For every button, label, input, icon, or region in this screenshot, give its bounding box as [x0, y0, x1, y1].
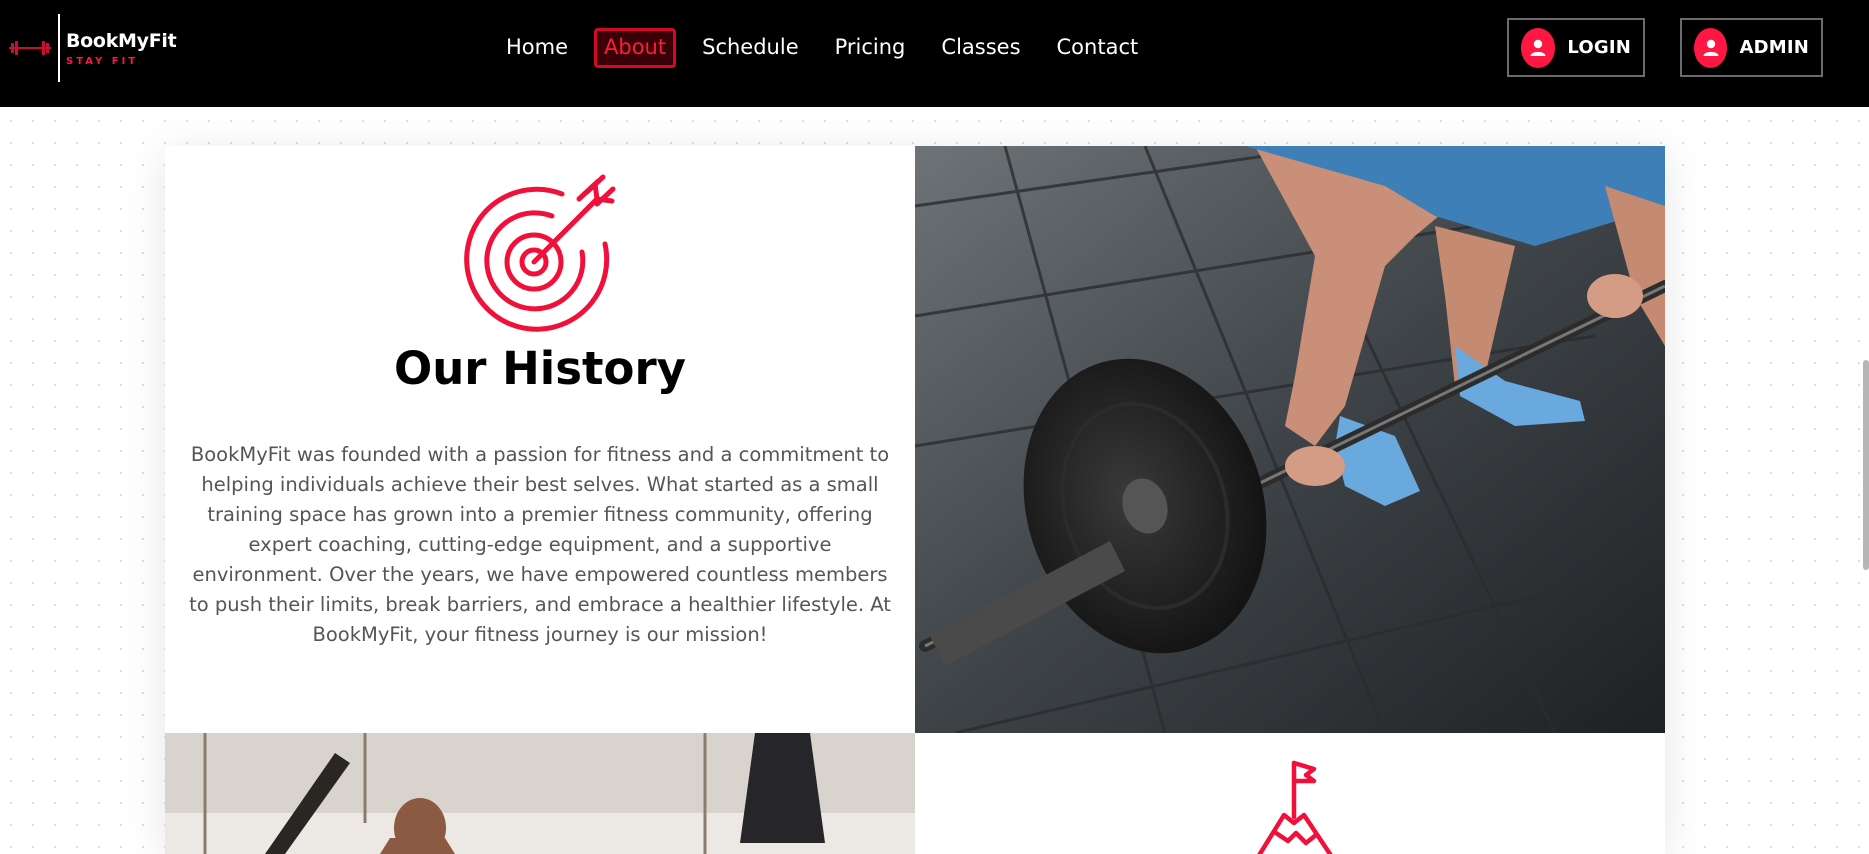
- login-button[interactable]: LOGIN: [1507, 18, 1645, 77]
- scrollbar-thumb[interactable]: [1863, 360, 1869, 570]
- history-title: Our History: [394, 342, 686, 395]
- login-label: LOGIN: [1567, 37, 1631, 58]
- nav-pricing[interactable]: Pricing: [825, 28, 916, 67]
- brand-logo[interactable]: BookMyFit STAY FIT: [8, 14, 177, 82]
- about-card: Our History BookMyFit was founded with a…: [165, 146, 1665, 854]
- main-nav: Home About Schedule Pricing Classes Cont…: [496, 28, 1164, 68]
- brand-tagline: STAY FIT: [66, 55, 139, 67]
- navbar: BookMyFit STAY FIT Home About Schedule P…: [0, 0, 1869, 107]
- mountain-flag-icon: [1257, 760, 1333, 854]
- nav-schedule[interactable]: Schedule: [692, 28, 809, 67]
- nav-contact[interactable]: Contact: [1047, 28, 1149, 67]
- brand-divider: [58, 14, 60, 82]
- admin-button[interactable]: ADMIN: [1680, 18, 1823, 77]
- barbell-photo: [915, 146, 1665, 733]
- user-icon: [1694, 27, 1728, 68]
- history-text: BookMyFit was founded with a passion for…: [189, 443, 891, 646]
- user-icon: [1521, 27, 1556, 68]
- goal-panel: [915, 733, 1665, 854]
- dumbbell-icon: [9, 41, 51, 55]
- admin-label: ADMIN: [1739, 37, 1809, 58]
- athlete-photo: [165, 733, 915, 854]
- nav-about[interactable]: About: [594, 28, 677, 68]
- nav-home[interactable]: Home: [496, 28, 578, 67]
- brand-name: BookMyFit: [66, 29, 177, 52]
- target-arrow-icon: [464, 174, 616, 332]
- nav-classes[interactable]: Classes: [931, 28, 1030, 67]
- history-panel: Our History BookMyFit was founded with a…: [165, 146, 915, 733]
